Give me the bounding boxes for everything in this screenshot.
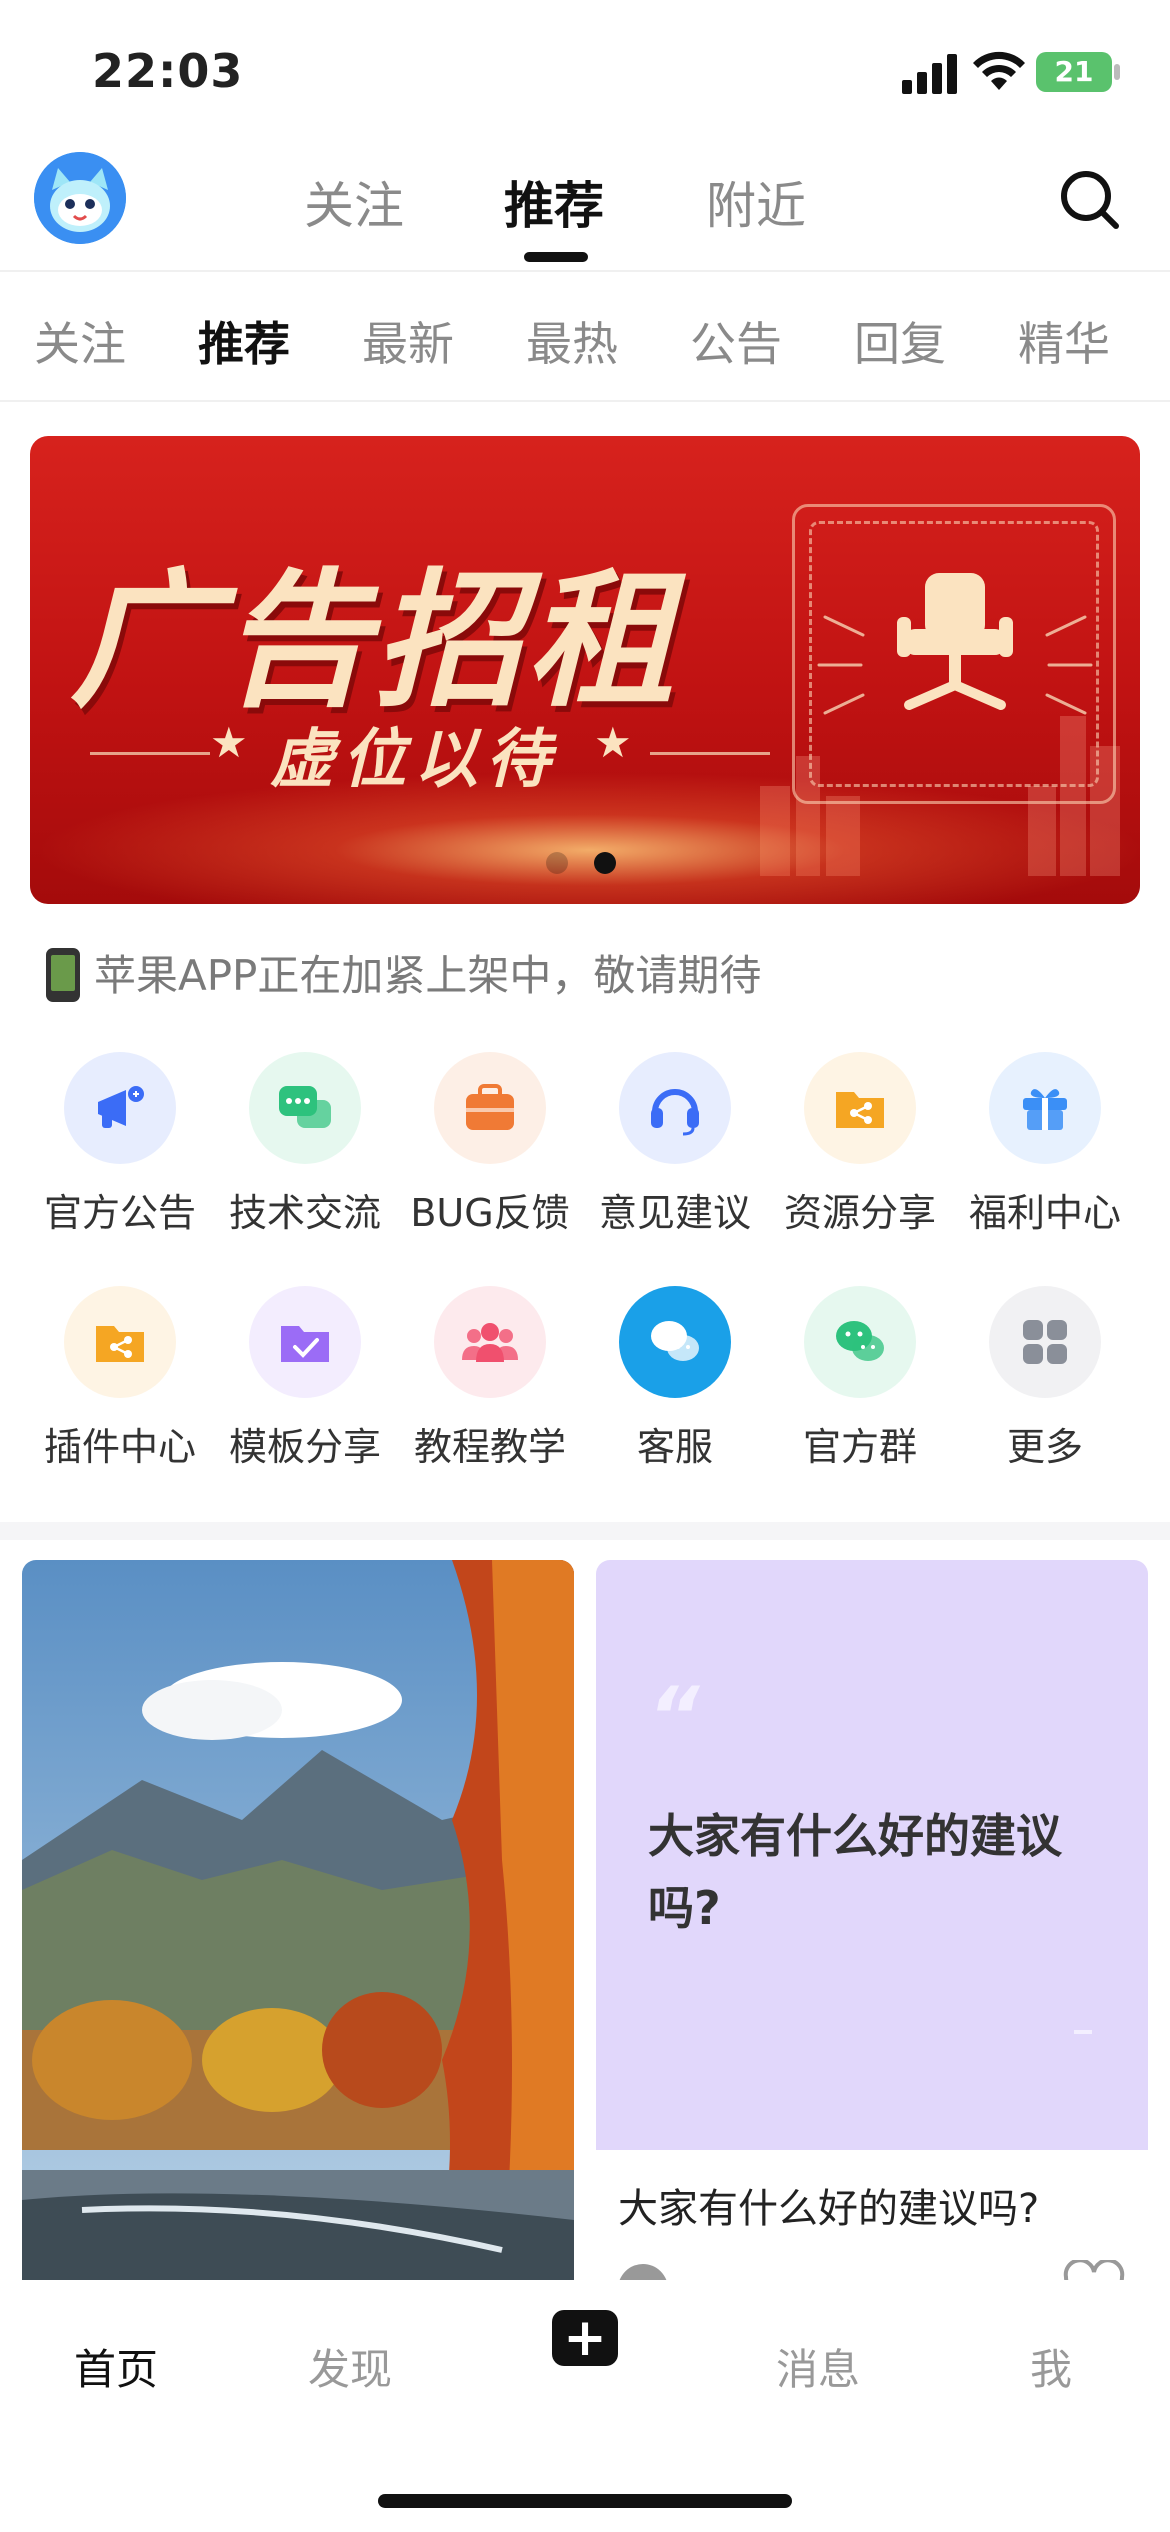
notice-text: 苹果APP正在加紧上架中，敬请期待 [94, 951, 762, 1000]
battery-cap [1114, 64, 1120, 80]
wechat-icon [619, 1286, 731, 1398]
battery-icon: 21 [1036, 52, 1112, 92]
subtab-latest[interactable]: 最新 [362, 308, 454, 374]
sparkle-lines [817, 615, 1093, 715]
megaphone-icon [64, 1052, 176, 1164]
shortcut-item[interactable]: 更多 [955, 1286, 1135, 1486]
banner-dot-active[interactable] [594, 852, 616, 874]
banner-subtitle: 虚位以待 [270, 723, 558, 797]
shortcut-label: 更多 [1006, 1425, 1083, 1469]
banner-line-left [90, 752, 210, 755]
wechat-icon [804, 1286, 916, 1398]
battery-level: 21 [1054, 55, 1094, 88]
bottom-nav: 首页 发现 + 消息 我 [0, 2280, 1170, 2532]
shortcut-item[interactable]: BUG反馈 [400, 1052, 580, 1252]
group-icon [434, 1286, 546, 1398]
check-folder-icon [249, 1286, 361, 1398]
shortcut-item[interactable]: 官方群 [770, 1286, 950, 1486]
bottom-tab-me[interactable]: 我 [1030, 2336, 1072, 2397]
shortcut-item[interactable]: 技术交流 [215, 1052, 395, 1252]
bottom-tab-home[interactable]: 首页 [74, 2336, 158, 2397]
landscape-image [22, 1560, 574, 2280]
add-label: + [563, 2308, 607, 2368]
active-tab-indicator [524, 252, 588, 262]
wifi-icon [973, 51, 1025, 90]
banner-line-right [650, 752, 770, 755]
subtab-hottest[interactable]: 最热 [526, 308, 618, 374]
shortcut-item[interactable]: 官方公告 [30, 1052, 210, 1252]
more-icon [989, 1286, 1101, 1398]
shortcut-item[interactable]: 插件中心 [30, 1286, 210, 1486]
banner-title: 广告招租 [70, 555, 678, 727]
bottom-tab-discover[interactable]: 发现 [308, 2336, 392, 2397]
add-post-button[interactable]: + [552, 2310, 618, 2366]
shortcut-item[interactable]: 模板分享 [215, 1286, 395, 1486]
mascot-icon [34, 152, 126, 244]
banner-frame [792, 504, 1116, 804]
quote-mark-icon: “ [648, 1670, 700, 1763]
share-folder-icon [64, 1286, 176, 1398]
tab-follow[interactable]: 关注 [304, 166, 404, 238]
briefcase-icon [434, 1052, 546, 1164]
banner-dot[interactable] [546, 852, 568, 874]
heart-icon[interactable] [1062, 2260, 1126, 2280]
status-bar: 22:03 21 [0, 0, 1170, 140]
quote-text: 大家有什么好的建议吗? [648, 1809, 1062, 1935]
status-time: 22:03 [92, 44, 244, 98]
home-indicator [378, 2494, 792, 2508]
subtab-announcement[interactable]: 公告 [690, 308, 782, 374]
subtab-follow[interactable]: 关注 [34, 308, 126, 374]
ad-banner[interactable]: 广告招租 ★ 虚位以待 ★ [30, 436, 1140, 904]
feed-card-landscape[interactable] [22, 1560, 574, 2280]
shortcut-label: 福利中心 [968, 1191, 1121, 1235]
shortcut-item[interactable]: 资源分享 [770, 1052, 950, 1252]
gift-icon [989, 1052, 1101, 1164]
subtab-featured[interactable]: 精华 [1018, 308, 1110, 374]
quote-dash [1074, 2030, 1092, 2034]
share-folder-icon [804, 1052, 916, 1164]
tab-nearby[interactable]: 附近 [706, 166, 806, 238]
phone-icon [46, 947, 80, 1002]
card-title: 大家有什么好的建议吗? [618, 2186, 1040, 2232]
tab-recommend[interactable]: 推荐 [504, 166, 604, 238]
star-icon: ★ [594, 718, 632, 767]
chat-icon [249, 1052, 361, 1164]
section-divider [0, 1522, 1170, 1540]
avatar[interactable] [34, 152, 126, 244]
shortcut-item[interactable]: 客服 [585, 1286, 765, 1486]
subtab-replies[interactable]: 回复 [854, 308, 946, 374]
feed-card-quote[interactable]: “ 大家有什么好的建议吗? 大家有什么好的建议吗? [596, 1560, 1148, 2280]
signal-icon [902, 54, 957, 94]
subtab-recommend[interactable]: 推荐 [198, 308, 290, 374]
bottom-tab-messages[interactable]: 消息 [776, 2336, 860, 2397]
shortcut-item[interactable]: 福利中心 [955, 1052, 1135, 1252]
headset-icon [619, 1052, 731, 1164]
top-nav: 关注 推荐 附近 [0, 140, 1170, 272]
shortcut-item[interactable]: 教程教学 [400, 1286, 580, 1486]
shortcut-item[interactable]: 意见建议 [585, 1052, 765, 1252]
author-avatar[interactable] [618, 2264, 668, 2280]
star-icon: ★ [210, 718, 248, 767]
sub-tabs: 关注 推荐 最新 最热 公告 回复 精华 [0, 272, 1170, 402]
quote-cover: “ 大家有什么好的建议吗? [596, 1560, 1148, 2150]
notice-bar: 苹果APP正在加紧上架中，敬请期待 [46, 942, 761, 1002]
search-icon[interactable] [1058, 168, 1122, 232]
